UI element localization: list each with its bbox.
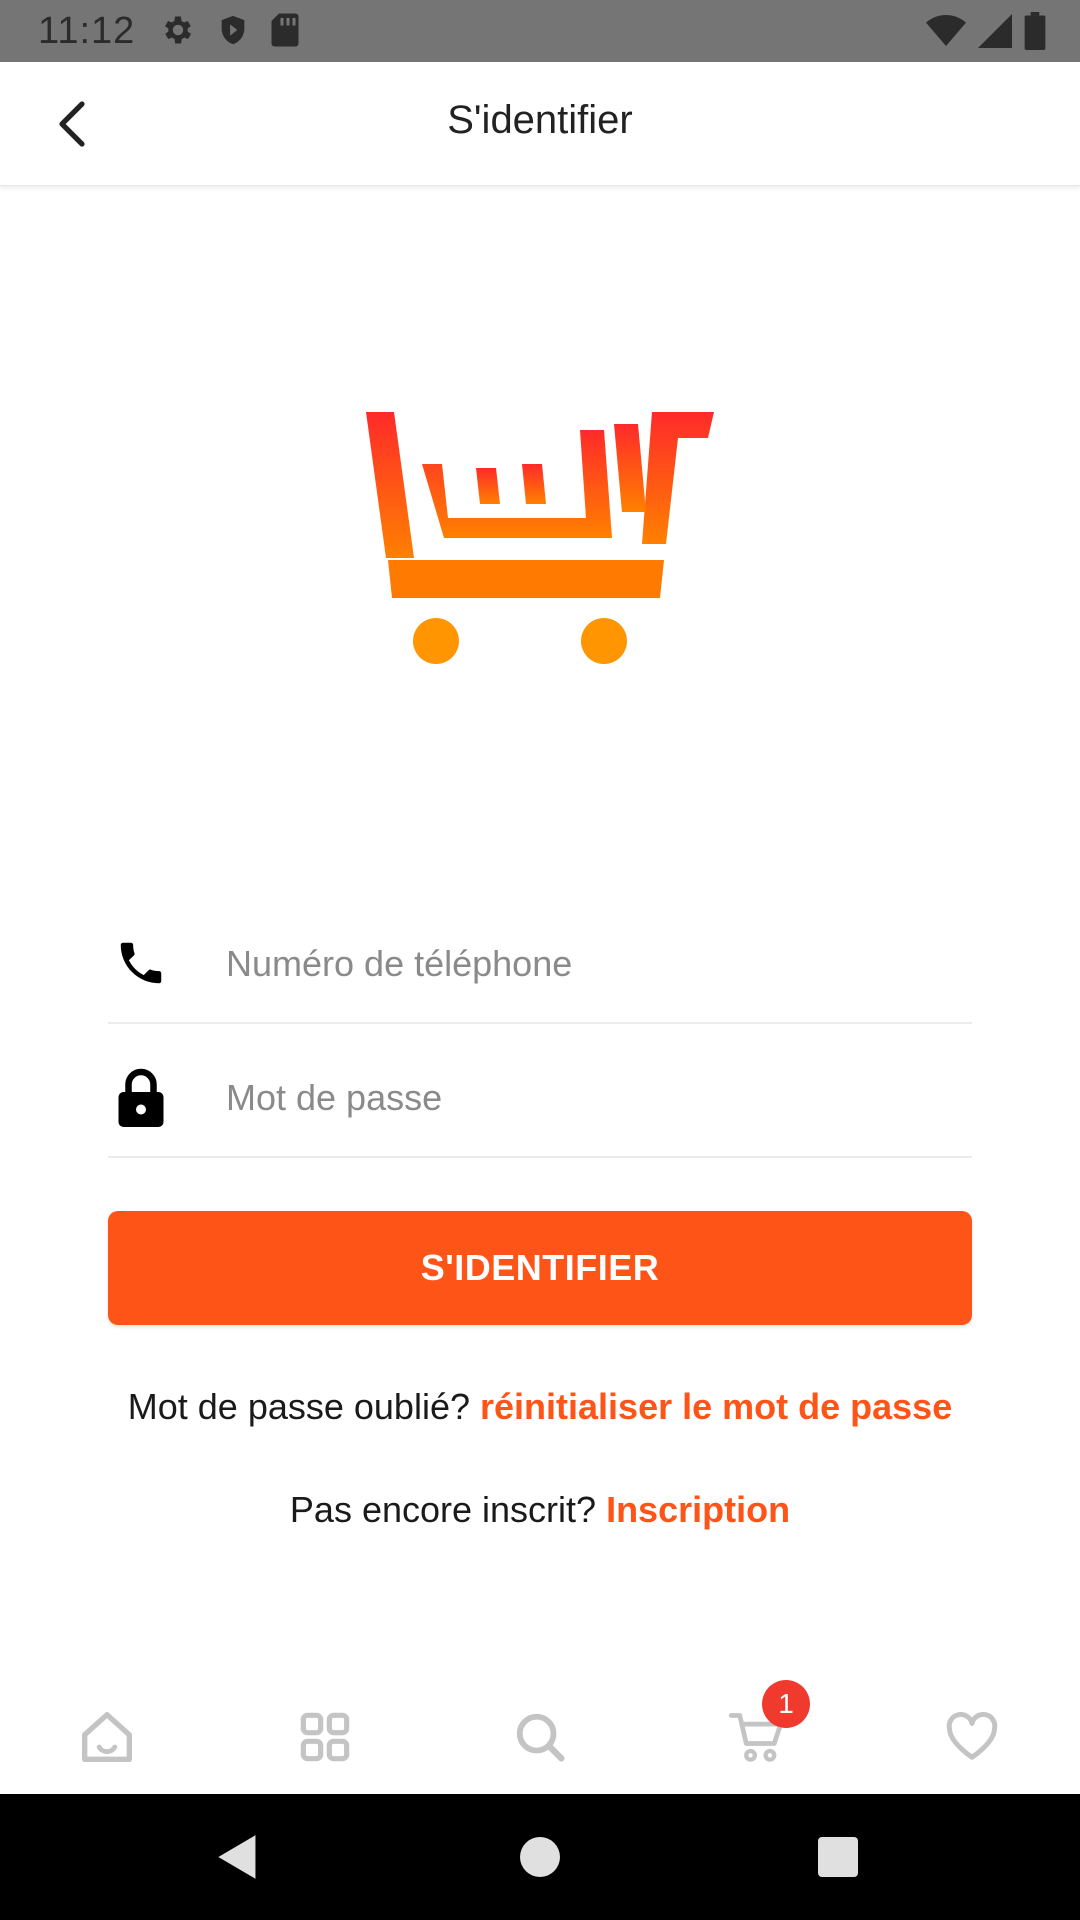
phone-number-input[interactable] [226, 932, 926, 996]
signal-icon [978, 13, 1012, 54]
signup-link[interactable]: Inscription [606, 1489, 790, 1530]
cart-count-badge: 1 [762, 1680, 810, 1728]
reset-password-link[interactable]: réinitialiser le mot de passe [480, 1386, 952, 1427]
grid-icon [300, 1712, 350, 1762]
phone-field-row [108, 892, 972, 1024]
circle-home-icon [520, 1837, 560, 1877]
shop-cart-logo [366, 408, 716, 668]
system-nav-bar [0, 1794, 1080, 1920]
square-recents-icon [818, 1837, 858, 1877]
heart-icon [946, 1712, 998, 1760]
wifi-icon [926, 13, 966, 54]
screen: 11:12 S'identifier Numéro de téléphone S… [0, 0, 1080, 1920]
lock-icon [108, 1064, 174, 1130]
battery-icon [1024, 12, 1046, 55]
page-title: S'identifier [447, 98, 633, 142]
nav-favorites[interactable] [937, 1702, 1007, 1772]
password-field-row [108, 1026, 972, 1158]
triangle-back-icon [218, 1835, 256, 1879]
system-recents-button[interactable] [810, 1829, 866, 1885]
app-bar: S'identifier [0, 62, 1080, 186]
phone-icon [108, 930, 174, 996]
signup-line: Pas encore inscrit? Inscription [0, 1489, 1080, 1531]
status-bar: 11:12 [0, 0, 1080, 62]
nav-search[interactable] [505, 1702, 575, 1772]
status-right-icons [926, 12, 1046, 55]
forgot-password-line: Mot de passe oublié? réinitialiser le mo… [0, 1386, 1080, 1428]
signup-text: Pas encore inscrit? [289, 1489, 597, 1530]
login-button[interactable]: S'IDENTIFIER [108, 1211, 972, 1325]
gear-icon [160, 12, 196, 53]
system-home-button[interactable] [512, 1829, 568, 1885]
bottom-nav [0, 1680, 1080, 1794]
password-input[interactable] [226, 1066, 926, 1130]
status-time: 11:12 [38, 10, 136, 52]
search-icon [516, 1713, 565, 1762]
forgot-password-text: Mot de passe oublié? [127, 1386, 470, 1427]
status-left-icons [160, 12, 300, 53]
home-icon [82, 1712, 132, 1762]
sd-card-icon [270, 12, 300, 53]
nav-home[interactable] [72, 1702, 142, 1772]
system-back-button[interactable] [210, 1829, 266, 1885]
nav-categories[interactable] [290, 1702, 360, 1772]
shield-icon [216, 12, 250, 53]
